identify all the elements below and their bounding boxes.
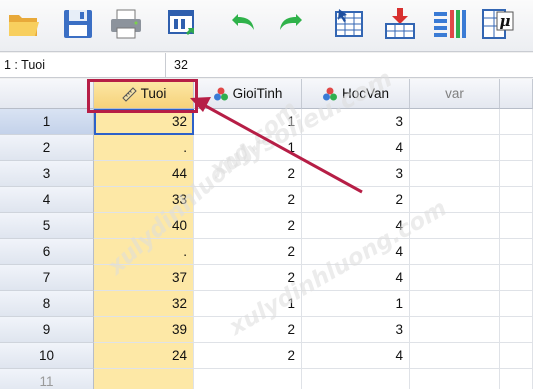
cell-var[interactable] bbox=[410, 213, 500, 239]
cell-hocvan[interactable]: 3 bbox=[302, 317, 410, 343]
mu-glyph: μ bbox=[500, 12, 511, 30]
cell-extra[interactable] bbox=[500, 369, 533, 389]
cell-extra[interactable] bbox=[500, 187, 533, 213]
go-to-variable-icon[interactable] bbox=[380, 4, 420, 44]
cell-gioitinh[interactable]: 2 bbox=[194, 265, 302, 291]
cell-gioitinh[interactable]: 1 bbox=[194, 135, 302, 161]
cell-value-input[interactable]: 32 bbox=[172, 53, 190, 78]
cell-tuoi[interactable]: 40 bbox=[94, 213, 194, 239]
cell-var[interactable] bbox=[410, 109, 500, 135]
row-header[interactable]: 6 bbox=[0, 239, 94, 265]
cell-gioitinh[interactable]: 2 bbox=[194, 213, 302, 239]
dialog-recall-icon[interactable] bbox=[162, 4, 202, 44]
cell-gioitinh[interactable]: 1 bbox=[194, 291, 302, 317]
column-header-var[interactable]: var bbox=[410, 79, 500, 109]
cell-hocvan[interactable]: 1 bbox=[302, 291, 410, 317]
statistics-mu-icon[interactable]: μ bbox=[478, 4, 518, 44]
cell-extra[interactable] bbox=[500, 135, 533, 161]
nominal-icon bbox=[322, 87, 337, 100]
row-header[interactable]: 9 bbox=[0, 317, 94, 343]
cell-extra[interactable] bbox=[500, 291, 533, 317]
cell-hocvan[interactable] bbox=[302, 369, 410, 389]
row-header[interactable]: 5 bbox=[0, 213, 94, 239]
go-to-case-icon[interactable] bbox=[330, 4, 370, 44]
cell-var[interactable] bbox=[410, 291, 500, 317]
column-header-hocvan[interactable]: HocVan bbox=[302, 79, 410, 109]
cell-var[interactable] bbox=[410, 187, 500, 213]
cell-gioitinh[interactable]: 2 bbox=[194, 187, 302, 213]
row-header[interactable]: 3 bbox=[0, 161, 94, 187]
save-icon[interactable] bbox=[58, 4, 98, 44]
cell-gioitinh[interactable]: 1 bbox=[194, 109, 302, 135]
cell-tuoi[interactable]: . bbox=[94, 135, 194, 161]
cell-hocvan[interactable]: 2 bbox=[302, 187, 410, 213]
cell-extra[interactable] bbox=[500, 109, 533, 135]
cell-var[interactable] bbox=[410, 265, 500, 291]
cell-var[interactable] bbox=[410, 343, 500, 369]
row-header[interactable]: 4 bbox=[0, 187, 94, 213]
cell-extra[interactable] bbox=[500, 265, 533, 291]
column-label-gioitinh: GioiTinh bbox=[232, 86, 283, 101]
print-icon[interactable] bbox=[106, 4, 146, 44]
column-label-hocvan: HocVan bbox=[341, 86, 390, 101]
cell-extra[interactable] bbox=[500, 213, 533, 239]
cell-var[interactable] bbox=[410, 161, 500, 187]
cell-hocvan[interactable]: 4 bbox=[302, 265, 410, 291]
row-header[interactable]: 10 bbox=[0, 343, 94, 369]
grid-corner[interactable] bbox=[0, 79, 94, 109]
cell-hocvan[interactable]: 3 bbox=[302, 109, 410, 135]
highlight-box bbox=[87, 79, 198, 113]
undo-icon[interactable] bbox=[222, 4, 262, 44]
cell-tuoi[interactable]: 39 bbox=[94, 317, 194, 343]
cell-tuoi[interactable]: . bbox=[94, 239, 194, 265]
cell-gioitinh[interactable]: 2 bbox=[194, 239, 302, 265]
cell-gioitinh[interactable]: 2 bbox=[194, 343, 302, 369]
cell-var[interactable] bbox=[410, 369, 500, 389]
variables-icon[interactable] bbox=[430, 4, 470, 44]
column-header-extra[interactable] bbox=[500, 79, 533, 109]
cell-tuoi[interactable] bbox=[94, 369, 194, 389]
cell-tuoi[interactable]: 44 bbox=[94, 161, 194, 187]
cell-extra[interactable] bbox=[500, 239, 533, 265]
column-label-var: var bbox=[445, 86, 464, 101]
cell-hocvan[interactable]: 3 bbox=[302, 161, 410, 187]
cell-tuoi[interactable]: 32 bbox=[94, 291, 194, 317]
data-grid: Tuoi GioiTinh HocVan var 1 32 1 3 2. 1 4 3 44 2 3 4… bbox=[0, 79, 533, 389]
cell-tuoi[interactable]: 24 bbox=[94, 343, 194, 369]
cell-gioitinh[interactable]: 2 bbox=[194, 161, 302, 187]
open-folder-icon[interactable] bbox=[4, 4, 44, 44]
cell-hocvan[interactable]: 4 bbox=[302, 213, 410, 239]
cell-reference[interactable]: 1 : Tuoi bbox=[0, 53, 166, 78]
row-header[interactable]: 1 bbox=[0, 109, 94, 135]
cell-tuoi[interactable]: 33 bbox=[94, 187, 194, 213]
cell-var[interactable] bbox=[410, 239, 500, 265]
cell-gioitinh[interactable] bbox=[194, 369, 302, 389]
row-header[interactable]: 7 bbox=[0, 265, 94, 291]
row-header[interactable]: 11 bbox=[0, 369, 94, 389]
toolbar: μ bbox=[0, 0, 533, 52]
column-header-gioitinh[interactable]: GioiTinh bbox=[194, 79, 302, 109]
nominal-icon bbox=[213, 87, 228, 100]
cell-tuoi[interactable]: 37 bbox=[94, 265, 194, 291]
cell-gioitinh[interactable]: 2 bbox=[194, 317, 302, 343]
cell-hocvan[interactable]: 4 bbox=[302, 239, 410, 265]
cell-var[interactable] bbox=[410, 135, 500, 161]
cell-var[interactable] bbox=[410, 317, 500, 343]
cell-hocvan[interactable]: 4 bbox=[302, 343, 410, 369]
cell-extra[interactable] bbox=[500, 317, 533, 343]
cell-extra[interactable] bbox=[500, 343, 533, 369]
redo-icon[interactable] bbox=[272, 4, 312, 44]
cell-editor-bar: 1 : Tuoi 32 bbox=[0, 53, 533, 78]
row-header[interactable]: 8 bbox=[0, 291, 94, 317]
cell-extra[interactable] bbox=[500, 161, 533, 187]
cell-hocvan[interactable]: 4 bbox=[302, 135, 410, 161]
row-header[interactable]: 2 bbox=[0, 135, 94, 161]
